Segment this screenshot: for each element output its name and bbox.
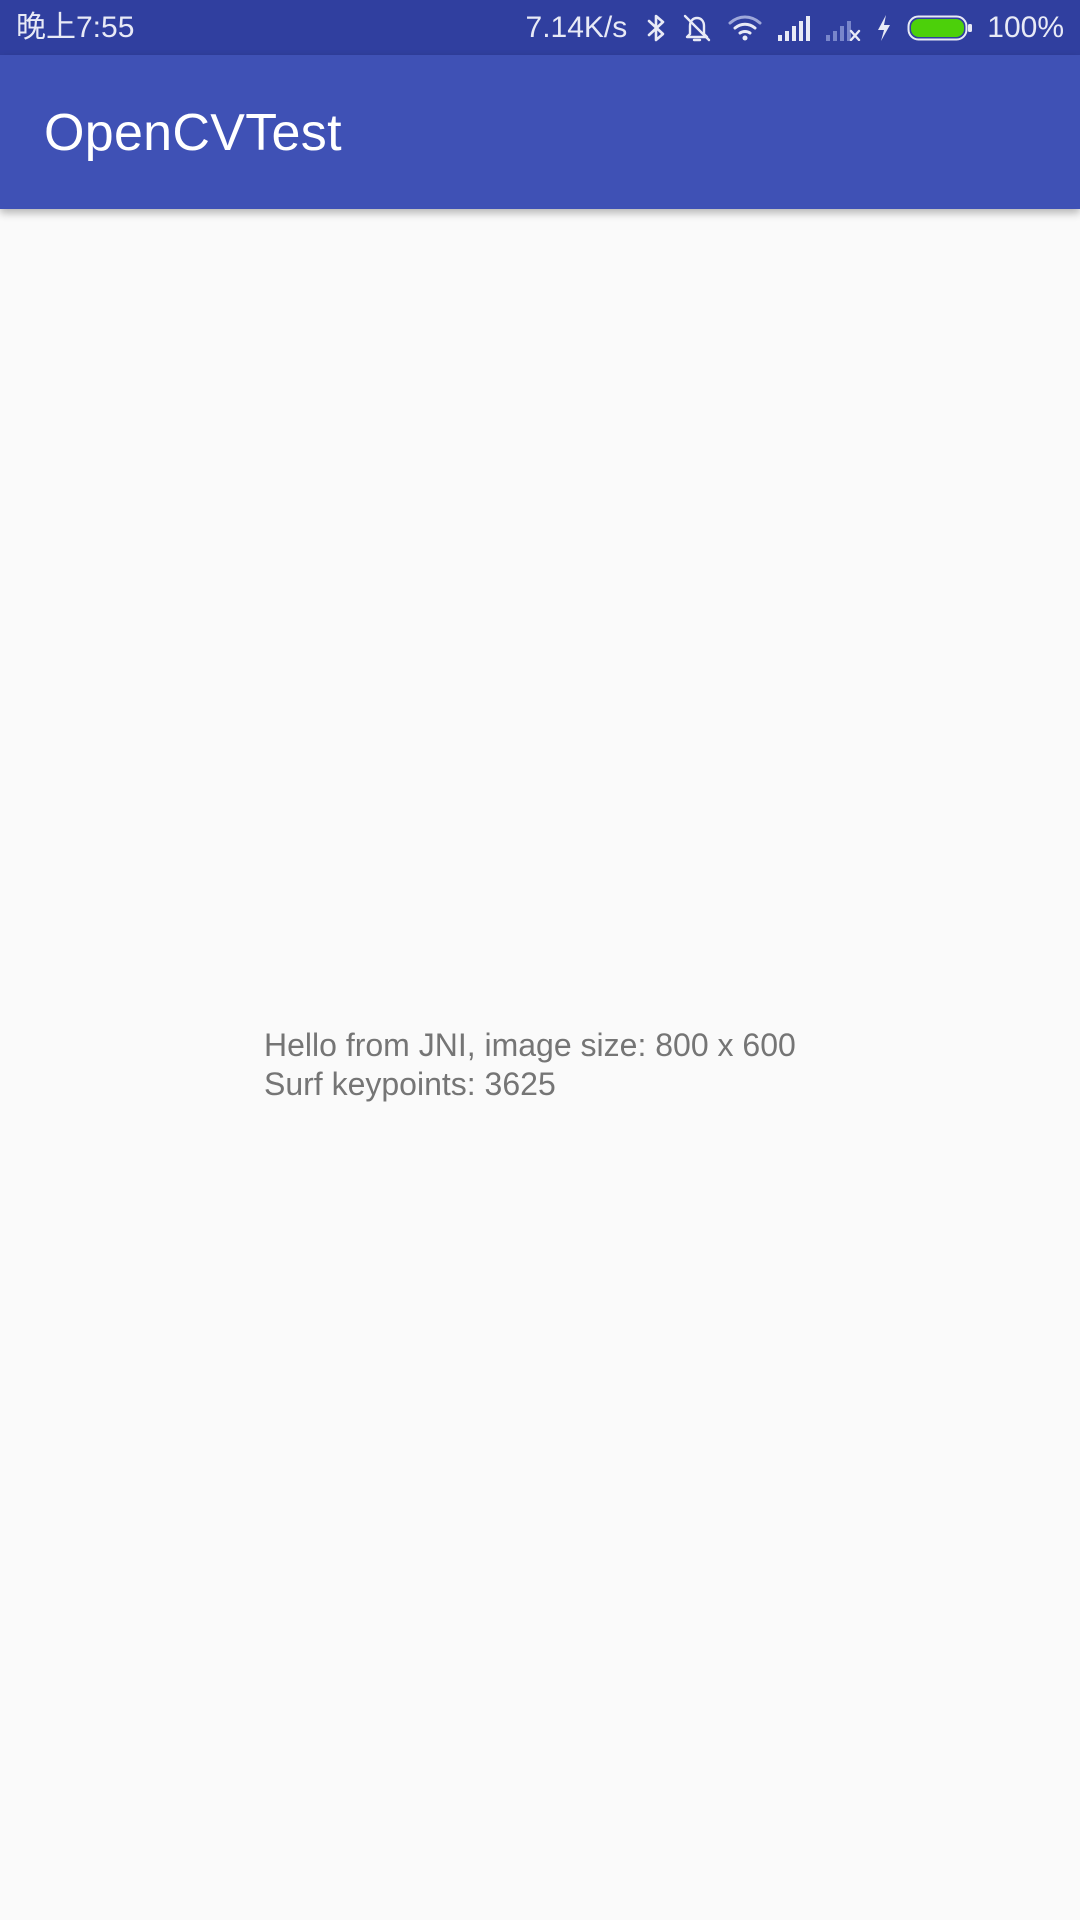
battery-icon bbox=[907, 14, 973, 42]
app-bar: OpenCVTest bbox=[0, 55, 1080, 209]
battery-percent: 100% bbox=[987, 10, 1064, 44]
charging-icon bbox=[875, 13, 893, 43]
main-content: Hello from JNI, image size: 800 x 600 Su… bbox=[0, 209, 1080, 1920]
signal-icon bbox=[777, 15, 811, 41]
bluetooth-icon bbox=[645, 13, 667, 43]
status-icons: 7.14K/s 100% bbox=[526, 0, 1064, 55]
status-bar: 晚上7:55 7.14K/s 100% bbox=[0, 0, 1080, 55]
wifi-icon bbox=[727, 13, 763, 43]
status-time: 晚上7:55 bbox=[16, 11, 135, 44]
network-speed: 7.14K/s bbox=[525, 10, 628, 44]
message-line-2: Surf keypoints: 3625 bbox=[264, 1066, 556, 1102]
message-line-1: Hello from JNI, image size: 800 x 600 bbox=[264, 1027, 796, 1063]
jni-message: Hello from JNI, image size: 800 x 600 Su… bbox=[264, 1026, 796, 1104]
alarm-off-icon bbox=[681, 12, 713, 44]
signal-no-sim-icon bbox=[825, 15, 861, 41]
app-title: OpenCVTest bbox=[44, 104, 342, 162]
